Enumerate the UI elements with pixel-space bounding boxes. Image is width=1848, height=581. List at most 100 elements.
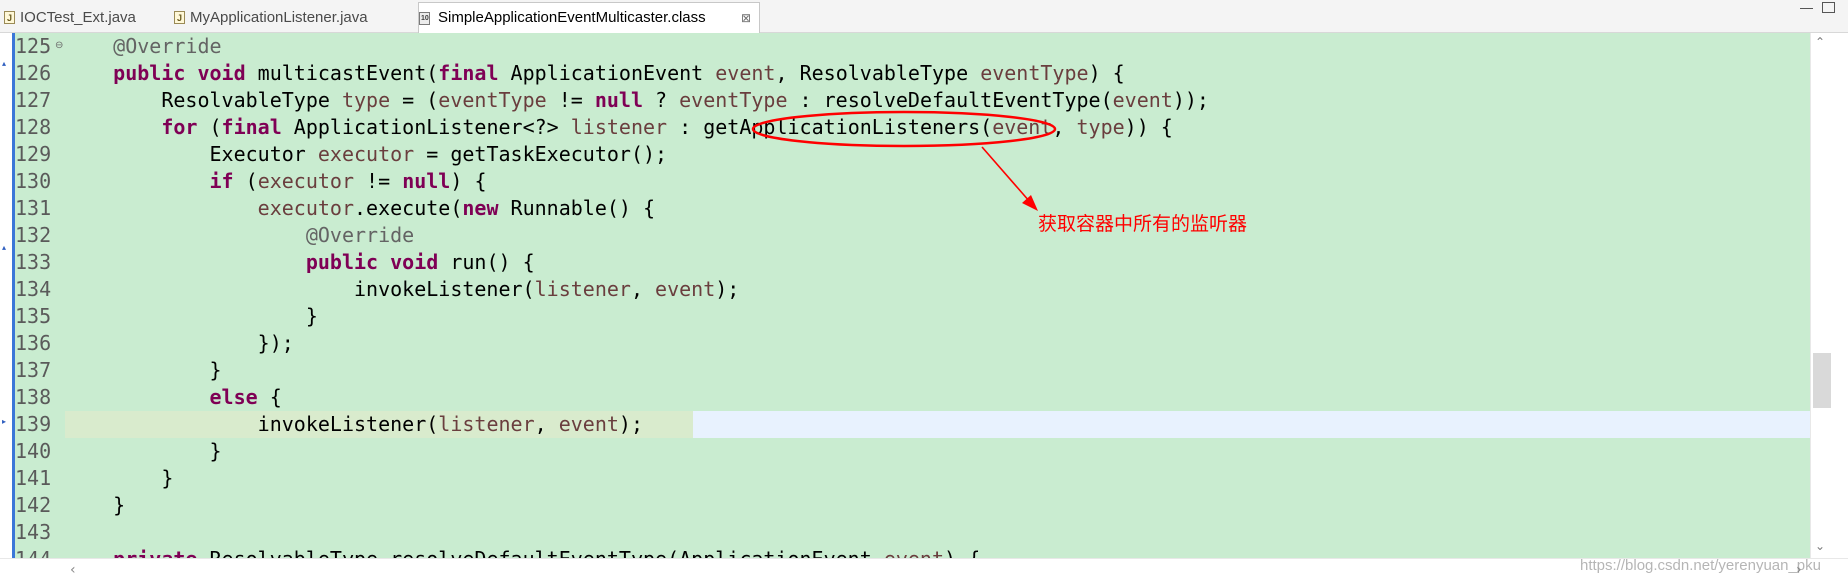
code-line[interactable]: } [65, 303, 318, 330]
keyword-token: null [402, 169, 451, 193]
code-token: : getApplicationListeners( [667, 115, 993, 139]
code-token: { [257, 385, 282, 409]
keyword-token: for [161, 115, 198, 139]
scroll-up-icon[interactable]: ⌃ [1815, 35, 1825, 49]
variable-token: executor [257, 196, 354, 220]
tab-ioctest-ext[interactable]: IOCTest_Ext.java [4, 4, 144, 32]
line-number: 126 [15, 61, 52, 85]
code-line[interactable]: else { [65, 384, 282, 411]
maximize-icon[interactable] [1822, 2, 1835, 13]
code-area[interactable]: @Override public void multicastEvent(fin… [65, 33, 1810, 558]
line-number: 134 [15, 277, 52, 301]
code-token: )) { [1124, 115, 1173, 139]
line-number: 131 [15, 196, 52, 220]
variable-token: executor [257, 169, 355, 193]
variable-token: eventType [438, 88, 547, 112]
code-editor[interactable]: ▴ ▴ ▸ 125 126 127 128 129 130 131 132 133 134 135 1… [0, 33, 1848, 558]
annotation-token: @Override [113, 34, 222, 58]
code-line[interactable]: for (final ApplicationListener<?> listen… [65, 114, 1173, 141]
code-line[interactable]: } [65, 438, 221, 465]
code-token: != [354, 169, 403, 193]
tab-label: SimpleApplicationEventMulticaster.class [438, 9, 706, 26]
tab-my-application-listener[interactable]: MyApplicationListener.java [174, 4, 404, 32]
keyword-token: public [113, 61, 186, 85]
code-line[interactable]: private ResolvableType resolveDefaultEve… [65, 546, 980, 558]
fold-collapse-icon[interactable]: ⊖ [55, 41, 63, 51]
keyword-token: null [594, 88, 644, 112]
line-number: 142 [15, 493, 52, 517]
code-token: != [546, 88, 595, 112]
java-file-icon [4, 5, 15, 32]
override-marker-icon: ▴ [2, 59, 7, 68]
code-token: ); [618, 412, 644, 436]
annotation-token: @Override [305, 223, 415, 247]
code-line[interactable]: }); [65, 330, 294, 357]
code-line[interactable]: } [65, 492, 125, 519]
line-number: 129 [15, 142, 52, 166]
code-line[interactable]: ResolvableType type = (eventType != null… [65, 87, 1209, 114]
code-line[interactable]: invokeListener(listener, event); [65, 276, 739, 303]
keyword-token: else [209, 385, 258, 409]
variable-token: listener [438, 412, 535, 436]
tab-label: MyApplicationListener.java [190, 9, 368, 26]
scroll-down-icon[interactable]: ⌄ [1815, 539, 1825, 553]
variable-token: event [1112, 88, 1173, 112]
code-token: invokeListener( [65, 412, 439, 436]
line-number: 128 [15, 115, 52, 139]
keyword-token: if [209, 169, 234, 193]
code-token: ResolvableType resolveDefaultEventType(A… [197, 547, 883, 558]
code-token: = getTaskExecutor(); [414, 142, 668, 166]
variable-token: listener [570, 115, 668, 139]
line-number-gutter: 125 126 127 128 129 130 131 132 133 134 135 136 137 1… [15, 33, 65, 558]
scroll-left-icon[interactable]: ‹ [70, 562, 76, 578]
variable-token: eventType [980, 61, 1089, 85]
code-line[interactable]: } [65, 465, 173, 492]
variable-token: event [558, 412, 619, 436]
scrollbar-thumb[interactable] [1813, 353, 1831, 408]
code-token: ) { [944, 547, 980, 558]
code-line[interactable]: invokeListener(listener, event); [65, 411, 643, 438]
line-number: 127 [15, 88, 52, 112]
overview-ruler-left: ▴ ▴ ▸ [0, 33, 12, 558]
watermark-text: https://blog.csdn.net/yerenyuan_pku [1580, 557, 1821, 574]
code-token: , [630, 277, 656, 301]
keyword-token: private [113, 547, 197, 558]
code-token: } [65, 358, 222, 382]
line-number: 130 [15, 169, 52, 193]
code-line[interactable]: @Override [65, 33, 222, 60]
minimize-icon[interactable] [1800, 8, 1813, 11]
debug-arrow-icon: ▸ [2, 417, 7, 426]
code-line[interactable]: public void run() { [65, 249, 535, 276]
class-file-icon [419, 4, 430, 34]
line-number: 135 [15, 304, 52, 328]
code-token: ? [643, 88, 680, 112]
variable-token: eventType [679, 88, 788, 112]
variable-token: event [884, 547, 944, 558]
line-number: 137 [15, 358, 52, 382]
code-line[interactable]: public void multicastEvent(final Applica… [65, 60, 1125, 87]
line-number: 144 [15, 546, 53, 558]
keyword-token: void [197, 61, 246, 85]
close-tab-icon[interactable]: ⊠ [741, 3, 751, 33]
code-line[interactable]: @Override [65, 222, 414, 249]
line-number: 139 [15, 412, 52, 436]
vertical-scrollbar[interactable]: ⌃ ⌄ [1810, 33, 1848, 558]
java-file-icon [174, 5, 185, 32]
code-line[interactable]: executor.execute(new Runnable() { [65, 195, 655, 222]
horizontal-scrollbar[interactable]: ‹ › [0, 558, 1848, 581]
variable-token: executor [317, 142, 415, 166]
line-number: 138 [15, 385, 52, 409]
code-token: run() { [438, 250, 535, 274]
line-number: 132 [15, 223, 52, 247]
tab-simple-application-event-multicaster[interactable]: SimpleApplicationEventMulticaster.class … [418, 2, 760, 34]
code-token: , [1052, 115, 1077, 139]
code-line[interactable]: if (executor != null) { [65, 168, 487, 195]
code-line[interactable]: } [65, 357, 222, 384]
code-line[interactable]: Executor executor = getTaskExecutor(); [65, 141, 667, 168]
